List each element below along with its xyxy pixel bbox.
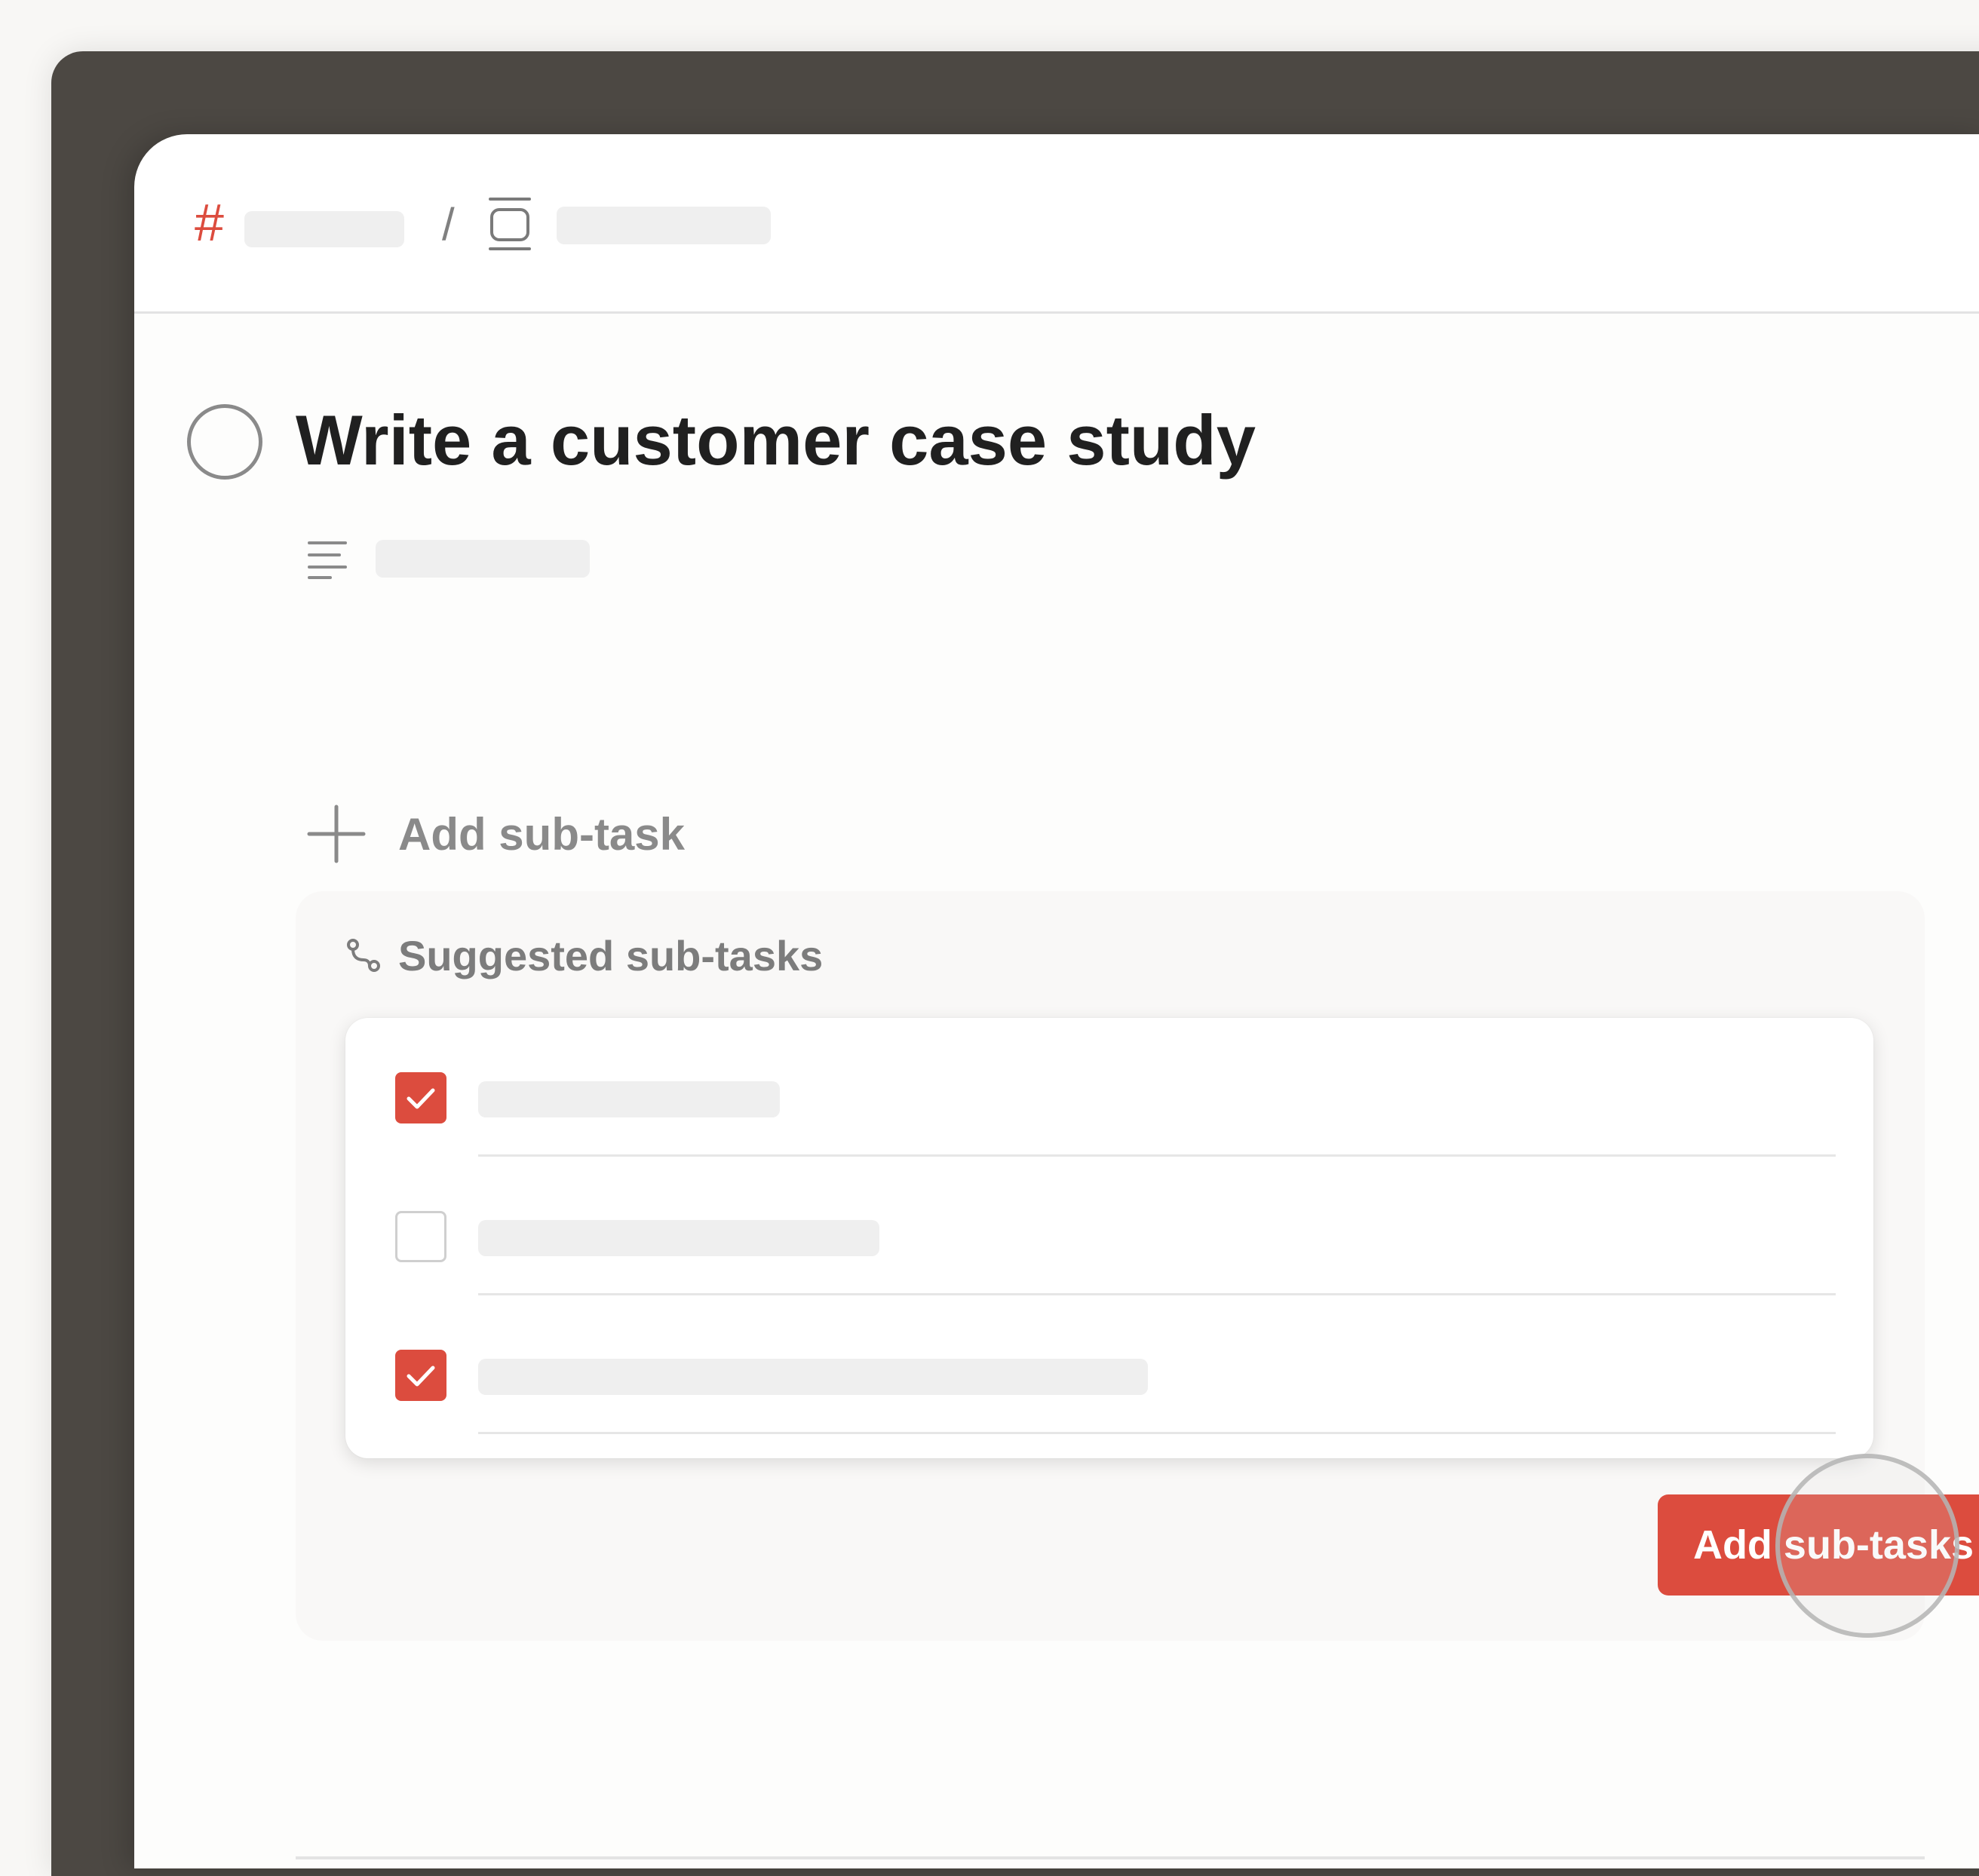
list-item[interactable]: [345, 1157, 1873, 1295]
route-icon: [347, 939, 380, 972]
suggested-subtasks-header: Suggested sub-tasks: [345, 930, 823, 980]
section-icon: [489, 198, 531, 250]
task-complete-checkbox[interactable]: [187, 404, 262, 480]
suggested-subtasks-card: Suggested sub-tasks Add sub-tasks: [296, 891, 1979, 1641]
suggested-subtasks-title: Suggested sub-tasks: [398, 931, 824, 979]
add-subtask-button[interactable]: Add sub-task: [306, 804, 685, 864]
checkmark-icon: [407, 1366, 435, 1387]
divider: [478, 1432, 1836, 1434]
subtask-name-placeholder: [478, 1359, 1148, 1395]
checkmark-icon: [407, 1088, 435, 1109]
add-subtask-label: Add sub-task: [398, 808, 686, 860]
description-lines-icon: [308, 541, 347, 579]
add-subtasks-button[interactable]: Add sub-tasks: [1658, 1494, 1979, 1596]
section-name-placeholder[interactable]: [557, 207, 771, 244]
divider: [296, 1856, 1925, 1859]
subtask-checkbox-unchecked[interactable]: [395, 1211, 446, 1262]
task-detail-panel: # / Write a customer case study Add sub-…: [134, 134, 1979, 1868]
plus-icon: [307, 805, 366, 863]
project-name-placeholder[interactable]: [244, 211, 404, 247]
list-item[interactable]: [345, 1018, 1873, 1157]
subtask-name-placeholder: [478, 1220, 879, 1256]
breadcrumb-separator: /: [442, 199, 455, 250]
task-content: Write a customer case study Add sub-task: [134, 314, 1979, 1868]
list-item[interactable]: [345, 1295, 1873, 1434]
hash-icon[interactable]: #: [195, 196, 224, 249]
description-placeholder[interactable]: [376, 540, 590, 578]
subtask-checkbox-checked[interactable]: [395, 1072, 446, 1123]
suggested-subtasks-list: [345, 1018, 1873, 1458]
subtask-checkbox-checked[interactable]: [395, 1350, 446, 1401]
task-title[interactable]: Write a customer case study: [296, 395, 1256, 486]
breadcrumb: # /: [134, 134, 1979, 314]
subtask-name-placeholder: [478, 1081, 780, 1117]
